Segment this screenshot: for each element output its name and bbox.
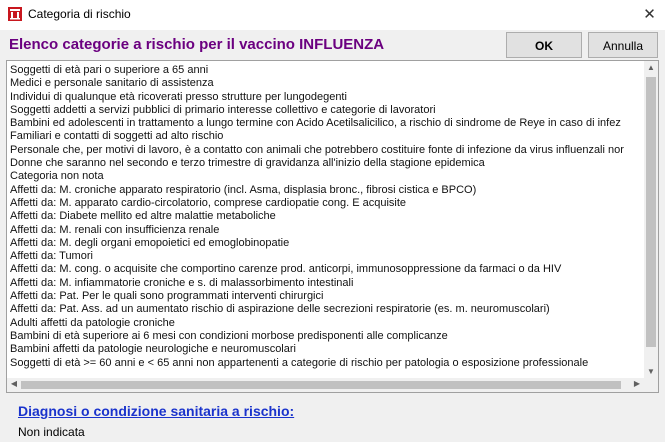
diagnosis-heading[interactable]: Diagnosi o condizione sanitaria a rischi… [18, 403, 294, 419]
chevron-up-icon[interactable]: ▲ [644, 63, 658, 72]
diagnosis-value: Non indicata [18, 425, 85, 439]
list-item[interactable]: Affetti da: Tumori [10, 250, 644, 263]
list-item[interactable]: Medici e personale sanitario di assisten… [10, 77, 644, 90]
window-title: Categoria di rischio [28, 7, 131, 21]
list-item[interactable]: Soggetti addetti a servizi pubblici di p… [10, 104, 644, 117]
list-item[interactable]: Affetti da: M. renali con insufficienza … [10, 224, 644, 237]
list-item[interactable]: Affetti da: M. infiammatorie croniche e … [10, 277, 644, 290]
list-item[interactable]: Personale che, per motivi di lavoro, è a… [10, 144, 644, 157]
chevron-right-icon[interactable]: ▶ [630, 379, 644, 388]
chevron-down-icon[interactable]: ▼ [644, 367, 658, 376]
list-item[interactable]: Adulti affetti da patologie croniche [10, 317, 644, 330]
scroll-corner [644, 378, 658, 392]
list-items-container: Soggetti di età pari o superiore a 65 an… [10, 64, 644, 377]
list-item[interactable]: Affetti da: Diabete mellito ed altre mal… [10, 210, 644, 223]
vertical-scroll-thumb[interactable] [646, 77, 656, 347]
list-item[interactable]: Affetti da: M. apparato cardio-circolato… [10, 197, 644, 210]
cancel-button[interactable]: Annulla [588, 32, 658, 58]
list-item[interactable]: Affetti da: M. croniche apparato respira… [10, 184, 644, 197]
horizontal-scrollbar[interactable]: ◀ ▶ [7, 378, 644, 392]
list-item[interactable]: Affetti da: M. cong. o acquisite che com… [10, 263, 644, 276]
list-item[interactable]: Soggetti di età pari o superiore a 65 an… [10, 64, 644, 77]
list-item[interactable]: Bambini ed adolescenti in trattamento a … [10, 117, 644, 130]
list-item[interactable]: Affetti da: Pat. Per le quali sono progr… [10, 290, 644, 303]
list-item[interactable]: Bambini di età superiore ai 6 mesi con c… [10, 330, 644, 343]
list-item[interactable]: Affetti da: M. degli organi emopoietici … [10, 237, 644, 250]
list-item[interactable]: Individui di qualunque età ricoverati pr… [10, 91, 644, 104]
list-item[interactable]: Bambini affetti da patologie neurologich… [10, 343, 644, 356]
close-button[interactable]: ✕ [634, 0, 665, 30]
chevron-left-icon[interactable]: ◀ [7, 379, 21, 388]
list-item[interactable]: Categoria non nota [10, 170, 644, 183]
title-bar: Categoria di rischio ✕ [0, 0, 665, 30]
close-icon: ✕ [643, 6, 656, 23]
vertical-scrollbar[interactable]: ▲ ▼ [644, 61, 658, 378]
ok-button[interactable]: OK [506, 32, 582, 58]
list-item[interactable]: Soggetti di età >= 60 anni e < 65 anni n… [10, 357, 644, 370]
list-item[interactable]: Affetti da: Pat. Ass. ad un aumentato ri… [10, 303, 644, 316]
page-heading: Elenco categorie a rischio per il vaccin… [9, 36, 385, 53]
horizontal-scroll-thumb[interactable] [21, 381, 621, 389]
list-item[interactable]: Donne che saranno nel secondo e terzo tr… [10, 157, 644, 170]
list-item[interactable]: Familiari e contatti di soggetti ad alto… [10, 130, 644, 143]
risk-category-list[interactable]: Soggetti di età pari o superiore a 65 an… [6, 60, 659, 393]
app-icon [8, 7, 22, 21]
